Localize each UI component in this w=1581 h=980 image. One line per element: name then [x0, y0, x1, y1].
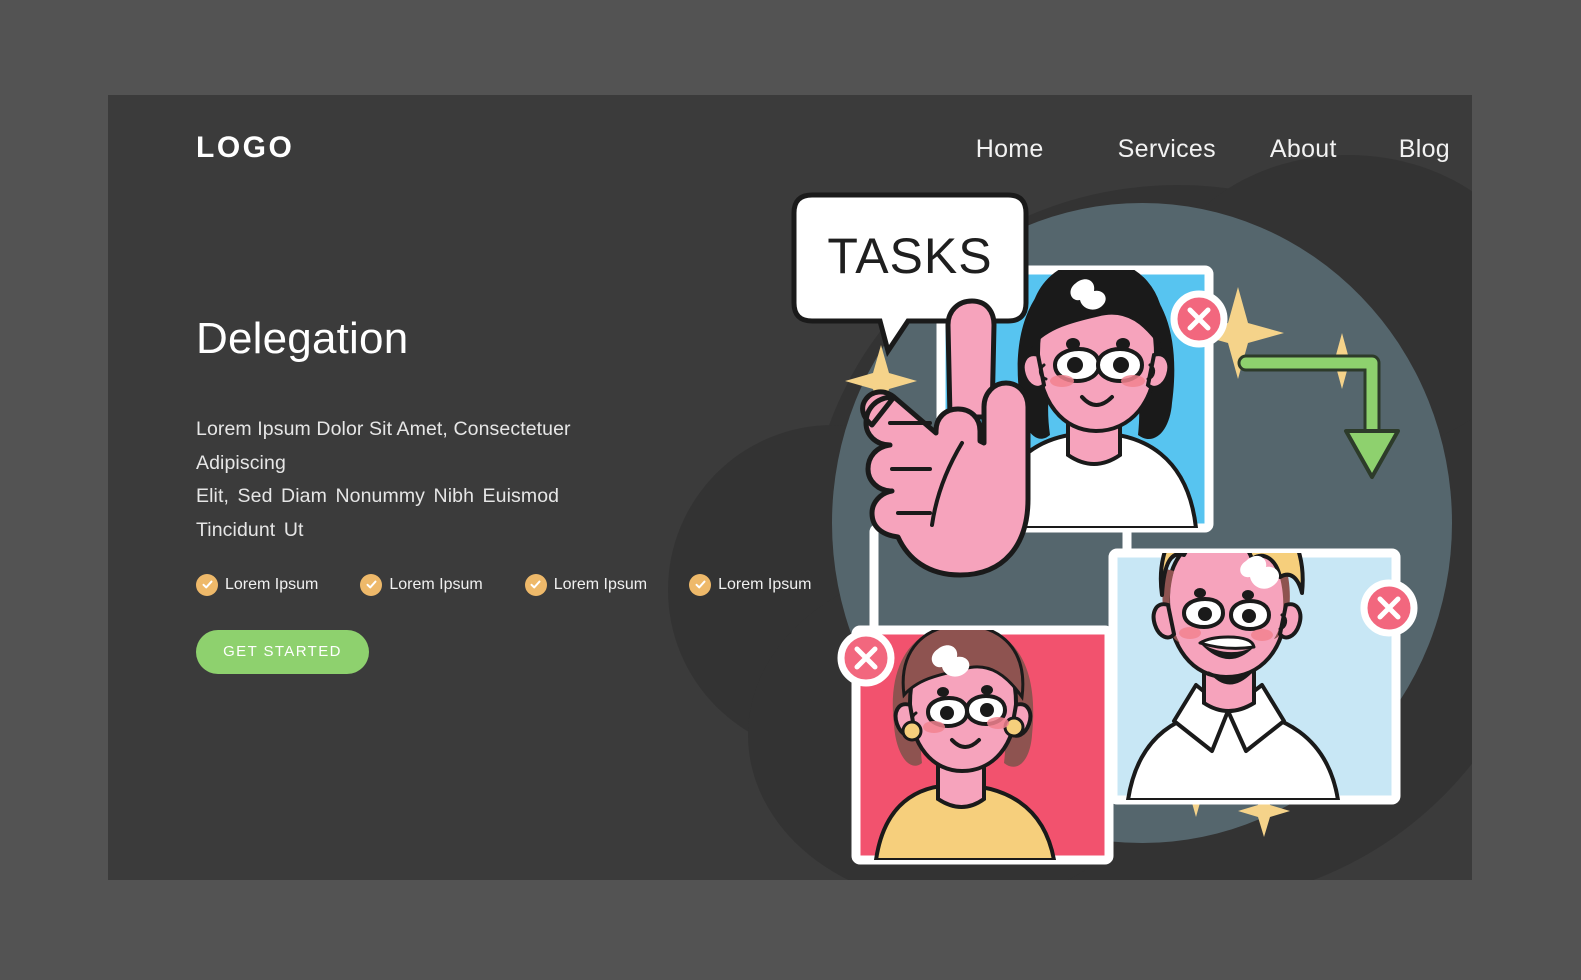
- nav-link-about[interactable]: About: [1270, 135, 1337, 164]
- feature-item: Lorem Ipsum: [524, 573, 648, 596]
- hero-description: Lorem Ipsum Dolor Sit Amet, Consectetuer…: [196, 413, 621, 547]
- feature-item: Lorem Ipsum: [196, 573, 319, 596]
- check-circle-icon: [524, 573, 547, 596]
- close-button-card-woman-dark-hair[interactable]: [1170, 290, 1228, 348]
- check-circle-icon: [689, 573, 712, 596]
- check-circle-icon: [196, 573, 218, 596]
- nav-link-blog[interactable]: Blog: [1399, 135, 1450, 164]
- main-navigation: Home Services About Blog: [976, 135, 1450, 164]
- hero-description-line-2: Elit, Sed Diam Nonummy Nibh Euismod Tinc…: [196, 485, 560, 541]
- hero-panel: TASKS LOGO Home Services About Blog Dele…: [108, 95, 1472, 880]
- feature-label: Lorem Ipsum: [225, 575, 319, 593]
- feature-item: Lorem Ipsum: [689, 573, 812, 596]
- feature-label: Lorem Ipsum: [718, 575, 812, 593]
- site-header: LOGO Home Services About Blog: [108, 95, 1472, 215]
- page-title: Delegation: [196, 314, 409, 363]
- get-started-button[interactable]: GET STARTED: [196, 629, 369, 674]
- speech-bubble-label: TASKS: [827, 228, 992, 284]
- nav-link-home[interactable]: Home: [976, 135, 1044, 164]
- hero-content: Delegation Lorem Ipsum Dolor Sit Amet, C…: [196, 314, 812, 674]
- page-root: TASKS LOGO Home Services About Blog Dele…: [0, 0, 1581, 980]
- logo[interactable]: LOGO: [196, 131, 294, 165]
- nav-link-services[interactable]: Services: [1118, 135, 1216, 164]
- feature-label: Lorem Ipsum: [389, 575, 483, 593]
- close-button-card-woman-brown-hair[interactable]: [837, 629, 895, 687]
- check-circle-icon: [360, 573, 383, 596]
- close-button-card-boy-blond[interactable]: [1360, 579, 1418, 637]
- feature-item: Lorem Ipsum: [360, 573, 483, 596]
- delegation-illustration: TASKS: [776, 165, 1472, 880]
- hero-description-line-1: Lorem Ipsum Dolor Sit Amet, Consectetuer…: [196, 418, 571, 474]
- feature-label: Lorem Ipsum: [553, 575, 648, 593]
- feature-list: Lorem Ipsum Lorem Ipsum Lorem Ipsum Lore…: [196, 573, 812, 596]
